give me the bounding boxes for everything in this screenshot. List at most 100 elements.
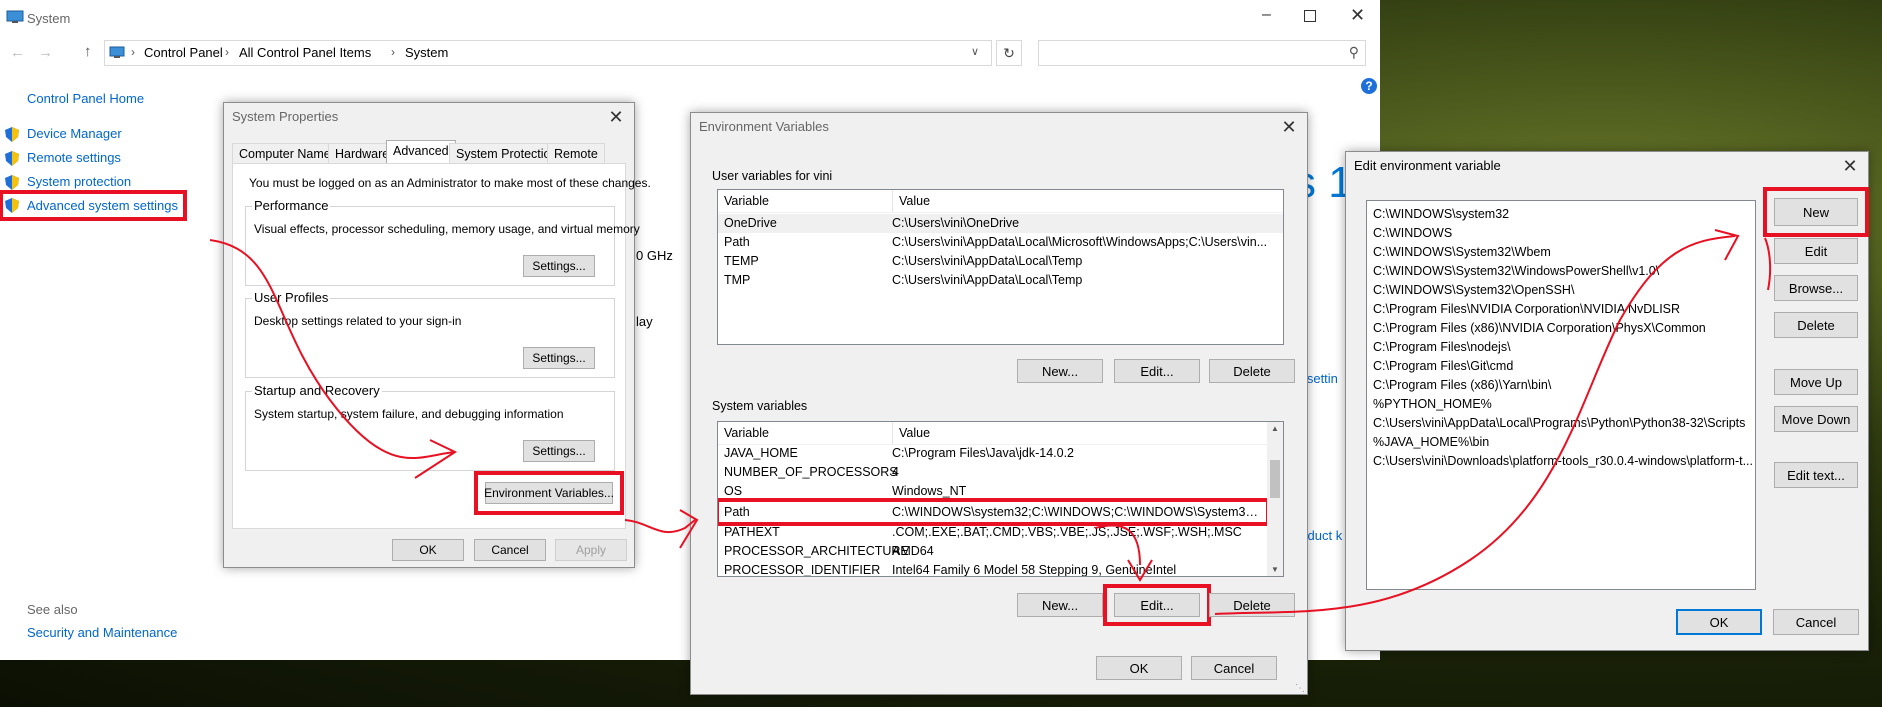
system-variables-list[interactable]: Variable Value JAVA_HOME C:\Program File… — [717, 421, 1284, 577]
user-variables-list[interactable]: Variable Value OneDrive C:\Users\vini\On… — [717, 189, 1284, 345]
move-up-button[interactable]: Move Up — [1774, 369, 1858, 395]
user-new-button[interactable]: New... — [1017, 359, 1103, 383]
row-value: 4 — [892, 465, 899, 479]
close-icon[interactable]: ✕ — [1277, 115, 1301, 139]
list-item[interactable]: C:\WINDOWS\system32 — [1367, 205, 1755, 224]
refresh-button[interactable]: ↻ — [996, 40, 1022, 66]
shield-icon — [5, 175, 19, 190]
list-item[interactable]: C:\Program Files (x86)\Yarn\bin\ — [1367, 376, 1755, 395]
row-value: C:\Program Files\Java\jdk-14.0.2 — [892, 446, 1075, 460]
up-arrow-icon[interactable]: ↑ — [84, 43, 92, 60]
apply-button[interactable]: Apply — [555, 539, 627, 561]
back-arrow-icon[interactable]: ← — [10, 44, 25, 61]
scroll-down-icon[interactable]: ▼ — [1271, 565, 1279, 574]
table-row[interactable]: PROCESSOR_ARCHITECTURE AMD64 — [718, 542, 1267, 561]
table-row[interactable]: JAVA_HOME C:\Program Files\Java\jdk-14.0… — [718, 444, 1267, 463]
close-icon[interactable]: ✕ — [1350, 5, 1365, 26]
maximize-icon[interactable] — [1304, 10, 1316, 22]
edit-entry-button[interactable]: Edit — [1774, 238, 1858, 264]
list-item[interactable]: %PYTHON_HOME% — [1367, 395, 1755, 414]
tab-remote[interactable]: Remote — [547, 143, 605, 163]
list-item[interactable]: C:\Users\vini\Downloads\platform-tools_r… — [1367, 452, 1755, 471]
list-item[interactable]: C:\Users\vini\AppData\Local\Programs\Pyt… — [1367, 414, 1755, 433]
breadcrumb-control-panel[interactable]: Control Panel — [144, 45, 223, 60]
user-profiles-group: User Profiles Desktop settings related t… — [245, 290, 615, 378]
control-panel-home-link[interactable]: Control Panel Home — [27, 91, 144, 106]
table-row[interactable]: TMP C:\Users\vini\AppData\Local\Temp — [718, 271, 1283, 290]
table-row[interactable]: Path C:\Users\vini\AppData\Local\Microso… — [718, 233, 1283, 252]
ok-button[interactable]: OK — [1676, 609, 1762, 635]
path-entry-text: C:\WINDOWS\System32\WindowsPowerShell\v1… — [1373, 264, 1660, 278]
search-icon: ⚲ — [1348, 44, 1359, 60]
startup-settings-button[interactable]: Settings... — [523, 440, 595, 462]
cancel-button[interactable]: Cancel — [1773, 609, 1859, 635]
ok-button[interactable]: OK — [392, 539, 464, 561]
new-entry-button[interactable]: New — [1774, 198, 1858, 226]
ok-button[interactable]: OK — [1096, 656, 1182, 680]
path-entries-list[interactable]: C:\WINDOWS\system32 C:\WINDOWS C:\WINDOWS\… — [1366, 200, 1756, 590]
column-value[interactable]: Value — [892, 422, 930, 444]
system-new-button[interactable]: New... — [1017, 593, 1103, 617]
sidebar-item-label[interactable]: Advanced system settings — [27, 198, 178, 213]
table-row[interactable]: TEMP C:\Users\vini\AppData\Local\Temp — [718, 252, 1283, 271]
breadcrumb-system[interactable]: System — [405, 45, 448, 60]
delete-entry-button[interactable]: Delete — [1774, 312, 1858, 338]
user-variables-label: User variables for vini — [712, 169, 833, 183]
sidebar-item-label[interactable]: Device Manager — [27, 126, 122, 141]
list-item[interactable]: C:\Program Files (x86)\NVIDIA Corporatio… — [1367, 319, 1755, 338]
column-variable[interactable]: Variable — [724, 422, 769, 444]
column-value[interactable]: Value — [892, 190, 930, 212]
sidebar-item-label[interactable]: Remote settings — [27, 150, 121, 165]
chevron-down-icon[interactable]: ∨ — [971, 45, 979, 58]
table-row-path-selected[interactable]: Path C:\WINDOWS\system32;C:\WINDOWS;C:\W… — [718, 498, 1270, 526]
table-row[interactable]: PATHEXT .COM;.EXE;.BAT;.CMD;.VBS;.VBE;.J… — [718, 523, 1267, 542]
search-input[interactable]: ⚲ — [1038, 40, 1366, 66]
performance-settings-button[interactable]: Settings... — [523, 255, 595, 277]
environment-variables-button[interactable]: Environment Variables... — [484, 482, 614, 504]
help-icon[interactable]: ? — [1361, 78, 1377, 94]
tab-advanced[interactable]: Advanced — [386, 140, 456, 163]
list-item[interactable]: C:\Program Files\nodejs\ — [1367, 338, 1755, 357]
resize-grip-icon[interactable]: ⋱ — [1295, 683, 1305, 694]
list-item[interactable]: C:\Program Files\Git\cmd — [1367, 357, 1755, 376]
user-delete-button[interactable]: Delete — [1209, 359, 1295, 383]
user-edit-button[interactable]: Edit... — [1114, 359, 1200, 383]
system-edit-button[interactable]: Edit... — [1114, 593, 1200, 617]
row-variable: PATHEXT — [724, 525, 780, 539]
table-row[interactable]: OS Windows_NT — [718, 482, 1267, 501]
close-icon[interactable]: ✕ — [1838, 154, 1862, 178]
list-item[interactable]: C:\WINDOWS\System32\WindowsPowerShell\v1… — [1367, 262, 1755, 281]
tab-computer-name[interactable]: Computer Name — [232, 143, 338, 163]
browse-button[interactable]: Browse... — [1774, 275, 1858, 301]
move-down-button[interactable]: Move Down — [1774, 406, 1858, 432]
address-bar[interactable]: › Control Panel › All Control Panel Item… — [104, 40, 992, 66]
list-item[interactable]: C:\WINDOWS\System32\OpenSSH\ — [1367, 281, 1755, 300]
breadcrumb-all-items[interactable]: All Control Panel Items — [239, 45, 371, 60]
security-maintenance-link[interactable]: Security and Maintenance — [27, 625, 177, 640]
path-entry-text: C:\Users\vini\AppData\Local\Programs\Pyt… — [1373, 416, 1746, 430]
row-variable: TEMP — [724, 254, 759, 268]
scrollbar-thumb[interactable] — [1270, 460, 1280, 498]
vertical-scrollbar[interactable]: ▲ ▼ — [1267, 422, 1283, 576]
column-variable[interactable]: Variable — [724, 190, 769, 212]
edit-text-button[interactable]: Edit text... — [1774, 462, 1858, 488]
row-value: C:\Users\vini\AppData\Local\Temp — [892, 254, 1083, 268]
table-row[interactable]: OneDrive C:\Users\vini\OneDrive — [718, 214, 1283, 233]
minimize-icon[interactable]: – — [1262, 6, 1271, 24]
list-item[interactable]: C:\WINDOWS — [1367, 224, 1755, 243]
sidebar-item-label[interactable]: System protection — [27, 174, 131, 189]
scroll-up-icon[interactable]: ▲ — [1271, 424, 1279, 433]
table-row[interactable]: PROCESSOR_IDENTIFIER Intel64 Family 6 Mo… — [718, 561, 1267, 576]
table-row[interactable]: NUMBER_OF_PROCESSORS 4 — [718, 463, 1267, 482]
list-item[interactable]: %JAVA_HOME%\bin — [1367, 433, 1755, 452]
cancel-button[interactable]: Cancel — [1191, 656, 1277, 680]
row-variable: PROCESSOR_ARCHITECTURE — [724, 544, 909, 558]
close-icon[interactable]: ✕ — [604, 105, 628, 129]
sidebar-item-advanced-system-settings[interactable]: Advanced system settings — [0, 190, 187, 221]
list-item[interactable]: C:\Program Files\NVIDIA Corporation\NVID… — [1367, 300, 1755, 319]
system-delete-button[interactable]: Delete — [1209, 593, 1295, 617]
list-item[interactable]: C:\WINDOWS\System32\Wbem — [1367, 243, 1755, 262]
cancel-button[interactable]: Cancel — [474, 539, 546, 561]
user-profiles-settings-button[interactable]: Settings... — [523, 347, 595, 369]
forward-arrow-icon[interactable]: → — [38, 44, 53, 61]
